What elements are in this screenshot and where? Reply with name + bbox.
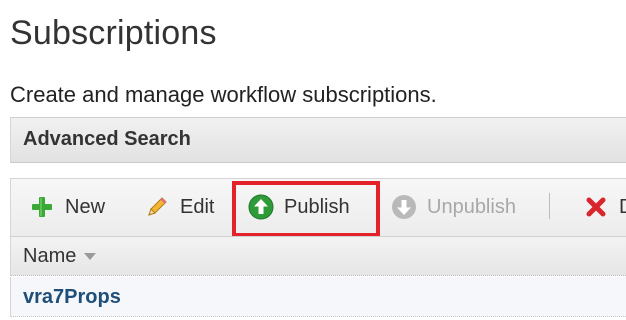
grid-header: Name [10,236,626,276]
publish-highlight-box [232,181,380,237]
subscription-name-link[interactable]: vra7Props [23,286,121,309]
advanced-search-label[interactable]: Advanced Search [23,128,191,151]
new-button-label: New [65,195,106,218]
delete-button[interactable]: D [583,179,626,235]
column-header-name-label: Name [23,245,77,267]
plus-icon [29,194,55,220]
table-row[interactable]: vra7Props [10,277,626,317]
arrow-down-circle-icon [391,194,417,220]
pencil-icon [144,194,170,220]
unpublish-button[interactable]: Unpublish [391,179,516,235]
x-icon [583,194,609,220]
unpublish-button-label: Unpublish [427,195,516,218]
new-button[interactable]: New [29,179,105,235]
advanced-search-panel[interactable]: Advanced Search [10,117,626,163]
page-subtitle: Create and manage workflow subscriptions… [10,82,437,107]
column-header-name[interactable]: Name [23,245,97,268]
sort-down-icon [84,253,97,260]
toolbar-separator [549,193,550,219]
subscriptions-page: Subscriptions Create and manage workflow… [0,0,626,320]
page-title: Subscriptions [10,14,217,52]
edit-button-label: Edit [180,195,215,218]
edit-button[interactable]: Edit [144,179,214,235]
delete-button-label: D [619,196,626,219]
